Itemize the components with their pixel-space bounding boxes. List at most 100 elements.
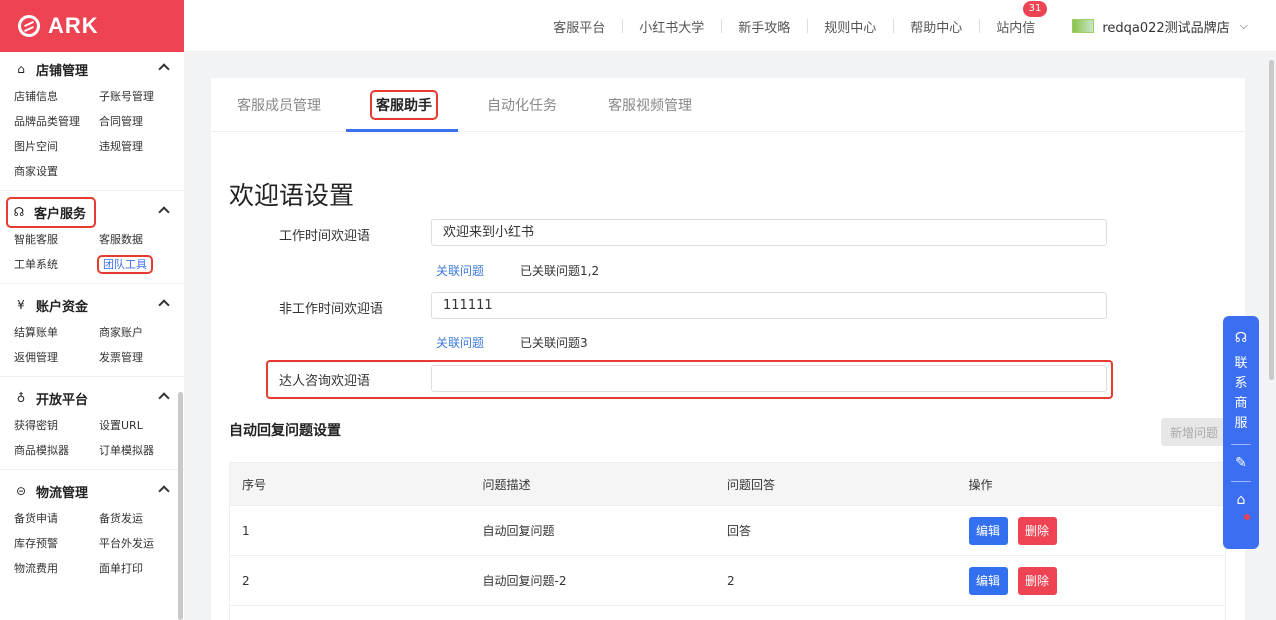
sidebar-group-header[interactable]: ¥ 账户资金 xyxy=(0,290,184,320)
auto-reply-section-title: 自动回复问题设置 xyxy=(229,423,341,439)
sidebar-item-invoice[interactable]: 发票管理 xyxy=(99,345,184,370)
sidebar-group-header[interactable]: ⊝ 物流管理 xyxy=(0,476,184,506)
inbox-count-badge: 31 xyxy=(1022,0,1048,17)
divider xyxy=(1231,481,1251,482)
sidebar-item-label-print[interactable]: 面单打印 xyxy=(99,556,184,581)
sidebar-group-open-platform: ♁ 开放平台 获得密钥 设置URL 商品模拟器 订单模拟器 xyxy=(0,377,184,470)
nav-beginner-guide[interactable]: 新手攻略 xyxy=(721,17,807,36)
sidebar-item-commission[interactable]: 返佣管理 xyxy=(14,345,99,370)
offwork-greeting-input[interactable]: 111111 xyxy=(431,292,1107,319)
sidebar-group-account-funds: ¥ 账户资金 结算账单 商家账户 返佣管理 发票管理 xyxy=(0,284,184,377)
chevron-up-icon xyxy=(158,485,170,497)
chevron-up-icon xyxy=(158,392,170,404)
cell-answer: 回答 xyxy=(727,524,752,538)
table-header-row: 序号 问题描述 问题回答 操作 xyxy=(230,463,1225,506)
nav-help-center[interactable]: 帮助中心 xyxy=(893,17,979,36)
nav-service-platform[interactable]: 客服平台 xyxy=(536,17,622,36)
logo-text: ARK xyxy=(48,13,99,38)
sidebar-item-product-simulator[interactable]: 商品模拟器 xyxy=(14,438,99,463)
bell-icon[interactable]: ⌂ xyxy=(1237,492,1246,508)
add-question-button[interactable]: 新增问题 xyxy=(1161,418,1227,446)
cell-actions: 编辑 删除 xyxy=(957,516,1225,545)
sidebar-group-store: ⌂ 店铺管理 店铺信息 子账号管理 品牌品类管理 合同管理 图片空间 违规管理 … xyxy=(0,52,184,191)
sidebar-item-subaccount[interactable]: 子账号管理 xyxy=(99,84,184,109)
chevron-up-icon xyxy=(158,63,170,75)
sidebar-item-settlement[interactable]: 结算账单 xyxy=(14,320,99,345)
tab-label: 客服助手 xyxy=(370,89,438,120)
sidebar-item-get-key[interactable]: 获得密钥 xyxy=(14,413,99,438)
cell-actions: 编辑 删除 xyxy=(957,566,1225,595)
table-row xyxy=(230,606,1225,620)
store-switcher[interactable]: redqa022测试品牌店 ⌵ xyxy=(1072,17,1248,36)
edit-button[interactable]: 编辑 xyxy=(968,566,1008,595)
sidebar-item-team-tools[interactable]: 团队工具 xyxy=(97,252,184,277)
nav-rules-center[interactable]: 规则中心 xyxy=(807,17,893,36)
work-linked-info: 已关联问题1,2 xyxy=(520,264,600,278)
work-greeting-input[interactable]: 欢迎来到小红书 xyxy=(431,219,1107,246)
sidebar-item-ticket-system[interactable]: 工单系统 xyxy=(14,252,99,277)
sidebar-scrollbar[interactable] xyxy=(178,392,183,620)
sidebar-item-stock-shipping[interactable]: 备货发运 xyxy=(99,506,184,531)
chevron-up-icon xyxy=(158,206,170,218)
top-nav: 客服平台 小红书大学 新手攻略 规则中心 帮助中心 站内信 31 redqa02… xyxy=(536,0,1276,52)
sidebar-group-header[interactable]: ⌂ 店铺管理 xyxy=(0,54,184,84)
sidebar-item-logistics-fee[interactable]: 物流费用 xyxy=(14,556,99,581)
cell-desc: 自动回复问题 xyxy=(482,524,555,538)
planet-icon: ♁ xyxy=(16,391,26,405)
offwork-related-questions-link[interactable]: 关联问题 xyxy=(436,334,484,351)
edit-button[interactable]: 编辑 xyxy=(968,516,1008,545)
sidebar-group-title: 物流管理 xyxy=(36,485,89,501)
auto-reply-table: 序号 问题描述 问题回答 操作 1 自动回复问题 回答 编辑 删除 2 自动回复… xyxy=(229,462,1226,620)
tab-service-assistant[interactable]: 客服助手 xyxy=(346,78,458,132)
sidebar-group-title: 客户服务 xyxy=(34,206,87,222)
page-scrollbar[interactable] xyxy=(1269,60,1274,380)
table-row: 1 自动回复问题 回答 编辑 删除 xyxy=(230,506,1225,556)
sidebar-item-team-tools-label: 团队工具 xyxy=(97,255,153,274)
offwork-greeting-label: 非工作时间欢迎语 xyxy=(279,302,384,317)
contact-service-widget[interactable]: ☊ 联系商服 ✎ ⌂ xyxy=(1223,316,1259,549)
sidebar-group-logistics: ⊝ 物流管理 备货申请 备货发运 库存预警 平台外发运 物流费用 面单打印 xyxy=(0,470,184,587)
column-header: 操作 xyxy=(968,477,993,492)
sidebar-item-images[interactable]: 图片空间 xyxy=(14,134,99,159)
nav-university[interactable]: 小红书大学 xyxy=(622,17,721,36)
sidebar-item-store-info[interactable]: 店铺信息 xyxy=(14,84,99,109)
talent-greeting-input[interactable] xyxy=(431,365,1107,392)
sidebar-item-service-data[interactable]: 客服数据 xyxy=(99,227,184,252)
sidebar-item-merchant-account[interactable]: 商家账户 xyxy=(99,320,184,345)
notification-dot xyxy=(1244,514,1250,520)
sidebar-item-violations[interactable]: 违规管理 xyxy=(99,134,184,159)
top-bar: ARK 客服平台 小红书大学 新手攻略 规则中心 帮助中心 站内信 31 red… xyxy=(0,0,1276,52)
sidebar-item-brand[interactable]: 品牌品类管理 xyxy=(14,109,99,134)
tab-member-management[interactable]: 客服成员管理 xyxy=(237,78,321,131)
delete-button[interactable]: 删除 xyxy=(1017,566,1057,595)
tab-automation[interactable]: 自动化任务 xyxy=(487,78,557,131)
contact-service-label: 联系商服 xyxy=(1234,356,1248,431)
sidebar-item-external-shipping[interactable]: 平台外发运 xyxy=(99,531,184,556)
chevron-down-icon: ⌵ xyxy=(1239,19,1248,32)
sidebar-item-set-url[interactable]: 设置URL xyxy=(99,413,184,438)
content-card: 客服成员管理 客服助手 自动化任务 客服视频管理 欢迎语设置 工作时间欢迎语 欢… xyxy=(211,78,1245,620)
sidebar-item-merchant-settings[interactable]: 商家设置 xyxy=(14,159,99,184)
chevron-up-icon xyxy=(158,299,170,311)
cell-answer: 2 xyxy=(727,573,735,588)
sidebar-item-smart-service[interactable]: 智能客服 xyxy=(14,227,99,252)
logo[interactable]: ARK xyxy=(0,0,184,52)
tab-video-management[interactable]: 客服视频管理 xyxy=(608,78,692,131)
sidebar-item-order-simulator[interactable]: 订单模拟器 xyxy=(99,438,184,463)
store-name: redqa022测试品牌店 xyxy=(1102,20,1230,36)
sidebar-group-header[interactable]: ☊ 客户服务 xyxy=(0,196,184,228)
sidebar-item-contract[interactable]: 合同管理 xyxy=(99,109,184,134)
nav-inbox[interactable]: 站内信 31 xyxy=(979,0,1052,36)
divider xyxy=(1231,444,1251,445)
work-related-questions-link[interactable]: 关联问题 xyxy=(436,262,484,279)
tab-label: 客服成员管理 xyxy=(237,97,321,114)
talent-greeting-label: 达人咨询欢迎语 xyxy=(279,374,371,389)
feedback-icon[interactable]: ✎ xyxy=(1235,455,1247,471)
headset-icon: ☊ xyxy=(1234,330,1248,346)
sidebar-item-stock-alert[interactable]: 库存预警 xyxy=(14,531,99,556)
page-title: 欢迎语设置 xyxy=(229,181,355,210)
delete-button[interactable]: 删除 xyxy=(1017,516,1057,545)
sidebar-group-title: 账户资金 xyxy=(36,299,89,315)
sidebar-item-stock-request[interactable]: 备货申请 xyxy=(14,506,99,531)
sidebar-group-header[interactable]: ♁ 开放平台 xyxy=(0,383,184,413)
